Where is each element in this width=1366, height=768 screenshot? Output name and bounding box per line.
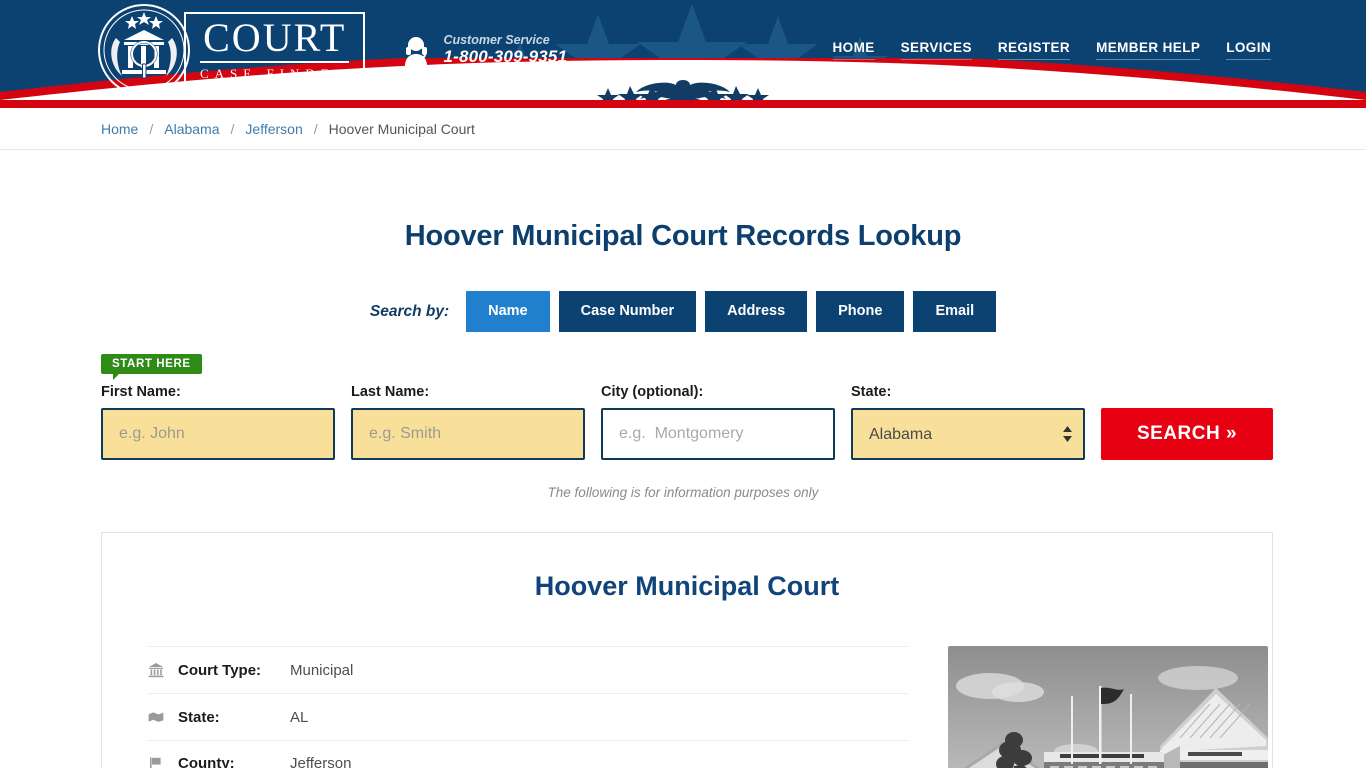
last-name-input[interactable] (351, 408, 585, 460)
nav-item-services[interactable]: SERVICES (900, 40, 972, 60)
header-red-rule (0, 100, 1366, 108)
logo-word-sub: CASE FINDER (200, 66, 350, 81)
headset-support-icon (405, 36, 428, 66)
search-by-label: Search by: (369, 302, 450, 320)
customer-service-label: Customer Service (443, 33, 550, 48)
first-name-input[interactable] (101, 408, 335, 460)
eagle-emblem-icon (597, 80, 769, 100)
site-logo[interactable]: COURT CASE FINDER (98, 4, 366, 96)
detail-value-county: Jefferson (290, 755, 352, 768)
nav-item-register[interactable]: REGISTER (997, 40, 1071, 60)
detail-label-state: State: (178, 708, 220, 726)
flag-icon (148, 756, 178, 768)
start-here-wrap: START HERE (93, 354, 1273, 380)
court-name-heading: Hoover Municipal Court (534, 571, 840, 601)
map-icon (148, 709, 178, 725)
start-here-badge: START HERE (101, 354, 202, 380)
customer-service-phone[interactable]: 1-800-309-9351 (443, 47, 567, 67)
bank-icon (148, 662, 178, 678)
last-name-label: Last Name: (351, 384, 430, 400)
main-navigation: HOME SERVICES REGISTER MEMBER HELP LOGIN (832, 40, 1273, 60)
court-info-card: Hoover Municipal Court Court Type: Munic… (101, 532, 1273, 768)
logo-word-main: COURT (200, 18, 350, 63)
court-seal-icon (98, 4, 190, 96)
breadcrumb-item-home[interactable]: Home (101, 121, 138, 137)
state-select[interactable]: AlabamaAlaskaArizonaArkansasCalifornia (851, 408, 1085, 460)
breadcrumb-item-jefferson[interactable]: Jefferson (245, 121, 302, 137)
tab-phone[interactable]: Phone (816, 291, 905, 332)
table-row: County: Jefferson (148, 740, 908, 768)
first-name-label: First Name: (101, 384, 181, 400)
nav-item-home[interactable]: HOME (832, 40, 875, 60)
tab-email[interactable]: Email (913, 291, 997, 332)
breadcrumb-separator: / (230, 120, 235, 137)
court-search-form: First Name: Last Name: City (optional): … (93, 384, 1273, 460)
last-name-field-group: Last Name: (351, 384, 585, 460)
main-content: Hoover Municipal Court Records Lookup Se… (93, 220, 1273, 768)
breadcrumb-item-current: Hoover Municipal Court (328, 120, 475, 137)
nav-item-member-help[interactable]: MEMBER HELP (1096, 40, 1201, 60)
site-header: COURT CASE FINDER Customer Service 1-800… (0, 0, 1366, 100)
tab-name[interactable]: Name (466, 291, 550, 332)
city-label: City (optional): (601, 384, 704, 400)
search-button[interactable]: SEARCH » (1101, 408, 1273, 460)
state-label: State: (851, 384, 892, 400)
detail-value-court-type: Municipal (290, 661, 354, 679)
table-row: State: AL (148, 693, 908, 740)
detail-label-court-type: Court Type: (178, 661, 262, 679)
state-field-group: State: AlabamaAlaskaArizonaArkansasCalif… (851, 384, 1085, 460)
search-by-tabs: Search by: Name Case Number Address Phon… (93, 291, 1273, 332)
first-name-field-group: First Name: (101, 384, 335, 460)
search-disclaimer: The following is for information purpose… (547, 485, 819, 500)
city-field-group: City (optional): (601, 384, 835, 460)
breadcrumb-bar: Home / Alabama / Jefferson / Hoover Muni… (0, 108, 1366, 150)
breadcrumb-separator: / (149, 120, 154, 137)
customer-service-block[interactable]: Customer Service 1-800-309-9351 (403, 33, 567, 67)
nav-item-login[interactable]: LOGIN (1226, 40, 1271, 60)
court-detail-list: Court Type: Municipal State: AL County: … (148, 646, 908, 768)
detail-label-county: County: (178, 755, 235, 768)
page-title: Hoover Municipal Court Records Lookup (404, 220, 962, 252)
court-photo (948, 646, 1268, 768)
tab-address[interactable]: Address (705, 291, 808, 332)
city-input[interactable] (601, 408, 835, 460)
tab-case-number[interactable]: Case Number (558, 291, 697, 332)
detail-value-state: AL (290, 708, 309, 726)
breadcrumb: Home / Alabama / Jefferson / Hoover Muni… (93, 121, 1273, 137)
breadcrumb-separator: / (313, 120, 318, 137)
breadcrumb-item-alabama[interactable]: Alabama (164, 121, 219, 137)
table-row: Court Type: Municipal (148, 646, 908, 693)
